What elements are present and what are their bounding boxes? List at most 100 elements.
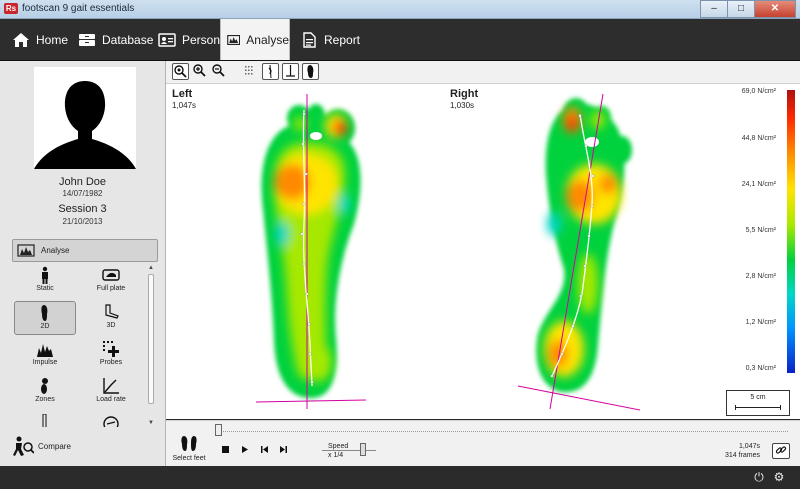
scale-label-1: 44,8 N/cm²: [741, 135, 776, 142]
nav-home-label: Home: [36, 32, 69, 47]
timeline-thumb[interactable]: [215, 424, 222, 436]
ruler-icon: [42, 414, 47, 427]
speed-slider-thumb[interactable]: [360, 443, 366, 456]
tool-probes[interactable]: Probes: [80, 338, 142, 372]
play-icon: [241, 446, 248, 453]
tool-load-rate[interactable]: Load rate: [80, 375, 142, 409]
gear-icon[interactable]: ⚙: [772, 470, 786, 484]
pressure-canvas[interactable]: Left 1,047s Right 1,030s 69,0 N/cm² 44,8…: [166, 84, 800, 419]
tool-static-label: Static: [36, 285, 54, 292]
nav-analyse-label: Analyse: [246, 32, 289, 47]
scale-bar: 5 cm: [726, 390, 790, 416]
foot-axis-button[interactable]: [262, 63, 279, 80]
playback-frames: 314 frames: [724, 452, 760, 459]
nav-report-label: Report: [324, 32, 361, 47]
grid-toggle-button[interactable]: [243, 63, 260, 80]
playback-time: 1,047s: [738, 443, 760, 450]
person-silhouette-icon: [34, 81, 136, 169]
stop-button[interactable]: [220, 445, 230, 455]
scroll-up-icon[interactable]: ▲: [147, 264, 155, 272]
analyse-icon: [227, 34, 241, 45]
minimize-button[interactable]: –: [700, 0, 728, 18]
foot-3d-icon: [105, 304, 119, 319]
tool-static[interactable]: Static: [14, 264, 76, 298]
tool-full-plate[interactable]: Full plate: [80, 264, 142, 298]
analyse-icon: [17, 244, 35, 257]
scale-bar-line: [735, 405, 781, 410]
nav-database[interactable]: Database: [78, 19, 153, 60]
zoom-out-button[interactable]: [211, 63, 228, 80]
person-name: John Doe: [58, 176, 107, 188]
scale-bar-label: 5 cm: [750, 394, 766, 401]
tool-partial-1[interactable]: [14, 412, 76, 427]
zones-icon: [41, 378, 48, 394]
maximize-button[interactable]: □: [727, 0, 755, 18]
zoom-fit-button[interactable]: [172, 63, 189, 80]
tool-zones-label: Zones: [35, 396, 55, 403]
person-standing-icon: [42, 266, 48, 284]
compare-button[interactable]: Compare: [12, 434, 71, 458]
tool-impulse-label: Impulse: [32, 359, 58, 366]
nav-person-label: Person: [182, 32, 221, 47]
view-toolbar: [166, 61, 800, 84]
timeline-slider[interactable]: [215, 424, 788, 436]
tool-partial-2[interactable]: [80, 412, 142, 427]
app-logo: Rs: [4, 3, 18, 14]
analyse-section-header[interactable]: Analyse: [12, 239, 158, 262]
feet-icon: [181, 436, 197, 451]
avatar[interactable]: [34, 67, 136, 169]
tools-scrollbar[interactable]: ▲ ▼: [147, 264, 155, 427]
zoom-in-button[interactable]: [192, 63, 209, 80]
plug-icon[interactable]: ⏻: [752, 470, 766, 484]
foot-outline-icon: [307, 65, 314, 78]
footprint-2d-icon: [41, 305, 48, 321]
close-button[interactable]: ✕: [754, 0, 796, 18]
speed-slider[interactable]: [322, 450, 376, 451]
next-frame-button[interactable]: [278, 445, 288, 455]
link-icon: [775, 446, 787, 454]
report-icon: [303, 31, 316, 48]
compare-icon: [13, 436, 34, 456]
skip-back-icon: [260, 446, 268, 453]
load-rate-icon: [103, 378, 119, 394]
tool-impulse[interactable]: Impulse: [14, 338, 76, 372]
database-icon: [79, 33, 95, 46]
scale-label-4: 2,8 N/cm²: [745, 273, 776, 280]
footprints-plot[interactable]: [166, 84, 800, 419]
impulse-chart-icon: [37, 344, 53, 357]
sidebar: John Doe 14/07/1982 Session 3 21/10/2013…: [0, 61, 166, 466]
tool-probes-label: Probes: [99, 359, 123, 366]
play-button[interactable]: [239, 445, 249, 455]
nav-report[interactable]: Report: [300, 19, 360, 60]
nav-person[interactable]: Person: [158, 19, 220, 60]
main-nav: Home Database Person Analyse Report: [0, 19, 800, 61]
scale-label-6: 0,3 N/cm²: [745, 365, 776, 372]
previous-frame-button[interactable]: [259, 445, 269, 455]
analysis-tools: Static Full plate 2D 3D Impulse Probes Z…: [12, 264, 146, 427]
scale-label-3: 5,5 N/cm²: [745, 227, 776, 234]
tool-zones[interactable]: Zones: [14, 375, 76, 409]
playback-bar: Select feet Speed x 1/4 1,047s 314 frame…: [166, 420, 800, 467]
nav-home[interactable]: Home: [12, 19, 68, 60]
stop-icon: [221, 446, 229, 453]
scroll-thumb[interactable]: [148, 274, 154, 404]
foot-line-button[interactable]: [282, 63, 299, 80]
probes-icon: [103, 341, 119, 357]
zoom-in-icon: [193, 64, 206, 77]
nav-database-label: Database: [102, 32, 154, 47]
pressure-color-scale: [787, 90, 795, 373]
tool-2d[interactable]: 2D: [14, 301, 76, 335]
scale-label-0: 69,0 N/cm²: [741, 88, 776, 95]
home-icon: [13, 32, 29, 47]
scale-label-5: 1,2 N/cm²: [745, 319, 776, 326]
scroll-down-icon[interactable]: ▼: [147, 419, 155, 427]
select-feet-button[interactable]: Select feet: [168, 435, 210, 462]
grid-icon: [245, 66, 253, 75]
foot-outline-button[interactable]: [302, 63, 319, 80]
nav-analyse[interactable]: Analyse: [220, 19, 290, 60]
tool-3d[interactable]: 3D: [80, 301, 142, 335]
link-button[interactable]: [772, 443, 790, 459]
foot-axis-icon: [268, 64, 272, 79]
right-footprint: [517, 93, 641, 411]
full-plate-icon: [102, 269, 120, 281]
